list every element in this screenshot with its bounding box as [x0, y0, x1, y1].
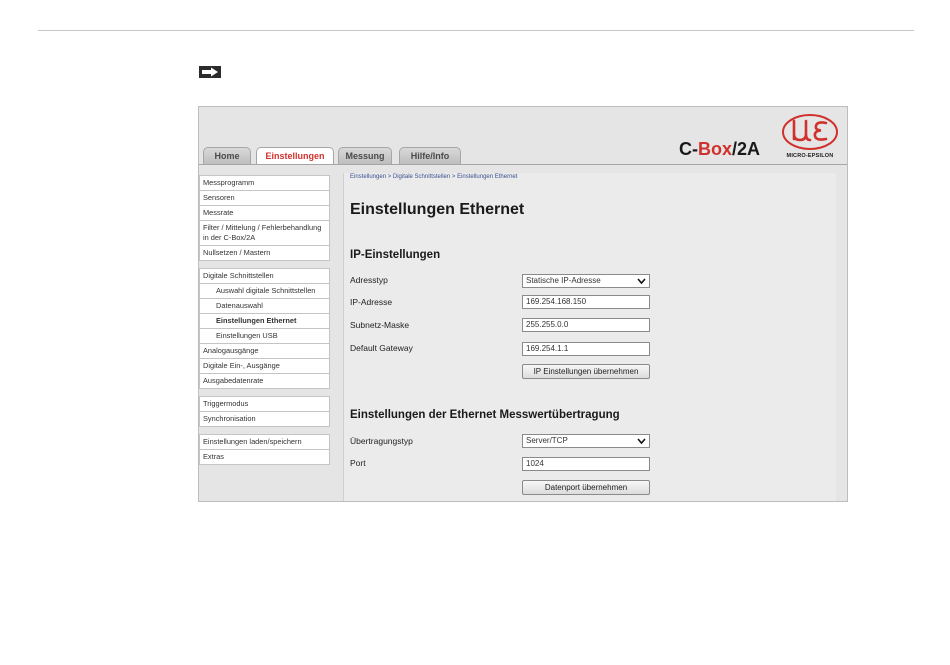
chevron-down-icon — [637, 278, 646, 285]
tab-home[interactable]: Home — [203, 147, 251, 164]
logo-text: MICRO-EPSILON — [786, 153, 834, 159]
sidebar-item-einstellungen-usb[interactable]: Einstellungen USB — [199, 329, 330, 344]
section-title-transfer: Einstellungen der Ethernet Messwertübert… — [350, 409, 620, 421]
ip-adresse-label: IP-Adresse — [350, 297, 393, 307]
sidebar-item-datenauswahl[interactable]: Datenauswahl — [199, 299, 330, 314]
sidebar-item-digitale-schnittstellen[interactable]: Digitale Schnittstellen — [199, 268, 330, 284]
product-name: C-Box/2A — [679, 139, 760, 160]
tab-hilfe-info[interactable]: Hilfe/Info — [399, 147, 461, 164]
sidebar-item-filter[interactable]: Filter / Mittelung / Fehlerbehandlung in… — [199, 221, 330, 246]
logo-mark-icon — [782, 114, 838, 150]
ip-adresse-input[interactable]: 169.254.168.150 — [522, 295, 650, 309]
sidebar-item-analogausgaenge[interactable]: Analogausgänge — [199, 344, 330, 359]
tab-messung[interactable]: Messung — [338, 147, 392, 164]
arrow-right-icon — [199, 66, 221, 78]
top-divider — [38, 30, 914, 31]
sidebar-item-einstellungen-ethernet[interactable]: Einstellungen Ethernet — [199, 314, 330, 329]
sidebar-item-digitale-ein-ausgaenge[interactable]: Digitale Ein-, Ausgänge — [199, 359, 330, 374]
datenport-apply-button[interactable]: Datenport übernehmen — [522, 480, 650, 495]
uebertragungstyp-select[interactable]: Server/TCP — [522, 434, 650, 448]
default-gateway-label: Default Gateway — [350, 343, 413, 353]
subnetz-maske-input[interactable]: 255.255.0.0 — [522, 318, 650, 332]
tab-einstellungen[interactable]: Einstellungen — [256, 147, 334, 165]
sidebar-item-nullsetzen[interactable]: Nullsetzen / Mastern — [199, 246, 330, 261]
header: Home Einstellungen Messung Hilfe/Info C-… — [199, 107, 847, 165]
sidebar-item-triggermodus[interactable]: Triggermodus — [199, 396, 330, 412]
default-gateway-input[interactable]: 169.254.1.1 — [522, 342, 650, 356]
product-prefix: C- — [679, 139, 698, 159]
main-content: Einstellungen > Digitale Schnittstellen … — [343, 173, 836, 501]
uebertragungstyp-label: Übertragungstyp — [350, 436, 413, 446]
sidebar-nav: Messprogramm Sensoren Messrate Filter / … — [199, 175, 330, 465]
product-suffix: /2A — [732, 139, 761, 159]
uebertragungstyp-value: Server/TCP — [526, 436, 568, 445]
sidebar-item-messrate[interactable]: Messrate — [199, 206, 330, 221]
sidebar-item-synchronisation[interactable]: Synchronisation — [199, 412, 330, 427]
adresstyp-value: Statische IP-Adresse — [526, 276, 601, 285]
tab-baseline — [199, 164, 847, 165]
port-label: Port — [350, 458, 366, 468]
adresstyp-select[interactable]: Statische IP-Adresse — [522, 274, 650, 288]
sidebar-item-ausgabedatenrate[interactable]: Ausgabedatenrate — [199, 374, 330, 389]
sidebar-item-einstellungen-laden[interactable]: Einstellungen laden/speichern — [199, 434, 330, 450]
breadcrumb[interactable]: Einstellungen > Digitale Schnittstellen … — [350, 174, 517, 180]
chevron-down-icon — [637, 438, 646, 445]
section-title-ip: IP-Einstellungen — [350, 249, 441, 261]
port-input[interactable]: 1024 — [522, 457, 650, 471]
ip-apply-button[interactable]: IP Einstellungen übernehmen — [522, 364, 650, 379]
sidebar-item-auswahl-schnittstellen[interactable]: Auswahl digitale Schnittstellen — [199, 284, 330, 299]
sidebar-item-messprogramm[interactable]: Messprogramm — [199, 175, 330, 191]
web-interface-window: Home Einstellungen Messung Hilfe/Info C-… — [198, 106, 848, 502]
micro-epsilon-logo: MICRO-EPSILON — [777, 113, 843, 161]
product-highlight: Box — [698, 139, 733, 159]
adresstyp-label: Adresstyp — [350, 275, 388, 285]
sidebar-item-extras[interactable]: Extras — [199, 450, 330, 465]
page-title: Einstellungen Ethernet — [350, 201, 525, 218]
sidebar-item-sensoren[interactable]: Sensoren — [199, 191, 330, 206]
subnetz-maske-label: Subnetz-Maske — [350, 320, 410, 330]
